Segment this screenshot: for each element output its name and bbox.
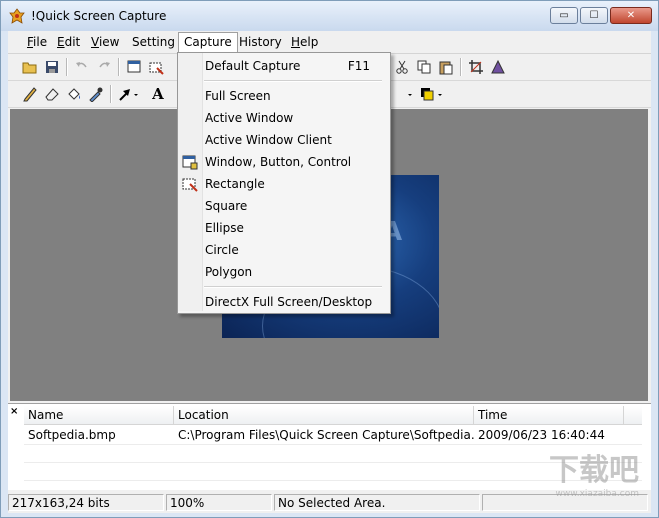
crop-button[interactable] [466, 57, 486, 77]
open-folder-icon [22, 62, 37, 74]
menu-setting[interactable]: Setting [127, 33, 180, 51]
paint-bucket-icon [68, 88, 80, 100]
capture-window-button[interactable] [124, 57, 144, 77]
menu-file[interactable]: File [22, 33, 52, 51]
maximize-icon: ☐ [589, 10, 599, 21]
rectangle-capture-icon [149, 62, 164, 75]
pencil-icon [23, 87, 37, 102]
row-name: Softpedia.bmp [28, 428, 116, 442]
menu-capture[interactable]: Capture [178, 32, 238, 53]
text-icon: A [152, 85, 164, 103]
menuitem-active-window[interactable]: Active Window [178, 107, 388, 129]
menu-bar: File Edit View Setting Capture History H… [8, 31, 651, 54]
open-button[interactable] [20, 57, 40, 77]
menuitem-ellipse[interactable]: Ellipse [178, 217, 388, 239]
menu-history[interactable]: History [234, 33, 287, 51]
menuitem-square[interactable]: Square [178, 195, 388, 217]
menuitem-directx-full-screen[interactable]: DirectX Full Screen/Desktop [178, 291, 388, 313]
eyedropper-icon [89, 87, 103, 102]
menuitem-active-window-client[interactable]: Active Window Client [178, 129, 388, 151]
column-name[interactable]: Name [24, 406, 174, 424]
logo-sub: www.xiazaiba.com [555, 489, 639, 499]
undo-button[interactable] [72, 57, 92, 77]
logo-main: 下载吧 [549, 453, 639, 488]
fill-button[interactable] [64, 84, 84, 104]
arrow-tool-button[interactable] [116, 84, 142, 104]
capture-rect-button[interactable] [146, 57, 166, 77]
close-icon: ✕ [626, 10, 636, 21]
menuitem-default-capture[interactable]: Default Capture F11 [178, 55, 388, 77]
column-location[interactable]: Location [174, 406, 474, 424]
minimize-button[interactable]: ▭ [550, 7, 578, 24]
close-button[interactable]: ✕ [610, 7, 652, 24]
app-window: !Quick Screen Capture ▭ ☐ ✕ File Edit Vi… [0, 0, 659, 518]
color-button[interactable] [418, 84, 446, 104]
eraser-button[interactable] [42, 84, 62, 104]
menu-view[interactable]: View [86, 33, 124, 51]
site-logo: 下载吧 www.xiazaiba.com [549, 445, 639, 499]
status-image-info: 217x163,24 bits [8, 494, 164, 511]
close-list-icon[interactable]: × [10, 406, 18, 417]
menuitem-polygon[interactable]: Polygon [178, 261, 388, 283]
cut-icon [396, 60, 408, 74]
resize-icon [491, 59, 505, 74]
save-icon [46, 61, 58, 73]
copy-button[interactable] [414, 57, 434, 77]
menuitem-full-screen[interactable]: Full Screen [178, 85, 388, 107]
text-tool-button[interactable]: A [148, 84, 168, 104]
eraser-icon [45, 88, 59, 101]
capture-menu: Default Capture F11 Full Screen Active W… [177, 52, 391, 314]
redo-icon [99, 62, 110, 68]
crop-icon [469, 60, 483, 74]
rectangle-capture-icon [182, 178, 198, 192]
table-row[interactable]: Softpedia.bmp C:\Program Files\Quick Scr… [24, 426, 642, 444]
row-location: C:\Program Files\Quick Screen Capture\So… [178, 428, 474, 442]
row-time: 2009/06/23 16:40:44 [478, 428, 605, 442]
menu-help[interactable]: Help [286, 33, 323, 51]
list-header: Name Location Time [24, 406, 642, 425]
color-picker-icon [421, 88, 442, 101]
undo-icon [76, 62, 87, 68]
status-selection: No Selected Area. [274, 494, 480, 511]
redo-button[interactable] [94, 57, 114, 77]
window-capture-icon [182, 155, 198, 170]
title-bar[interactable]: !Quick Screen Capture ▭ ☐ ✕ [1, 1, 658, 31]
menuitem-rectangle[interactable]: Rectangle [178, 173, 388, 195]
menuitem-circle[interactable]: Circle [178, 239, 388, 261]
window-capture-icon [127, 60, 141, 73]
maximize-button[interactable]: ☐ [580, 7, 608, 24]
column-time[interactable]: Time [474, 406, 624, 424]
paste-button[interactable] [436, 57, 456, 77]
save-button[interactable] [42, 57, 62, 77]
menu-edit[interactable]: Edit [52, 33, 85, 51]
minimize-icon: ▭ [559, 10, 569, 21]
arrow-icon [119, 89, 138, 101]
pencil-button[interactable] [20, 84, 40, 104]
copy-icon [417, 60, 431, 74]
eyedropper-button[interactable] [86, 84, 106, 104]
cut-button[interactable] [392, 57, 412, 77]
paste-icon [439, 61, 453, 75]
app-icon [9, 8, 25, 24]
status-zoom: 100% [166, 494, 272, 511]
window-title: !Quick Screen Capture [31, 9, 167, 23]
shortcut-label: F11 [347, 59, 370, 73]
menuitem-window-button-control[interactable]: Window, Button, Control [178, 151, 388, 173]
resize-button[interactable] [488, 57, 508, 77]
